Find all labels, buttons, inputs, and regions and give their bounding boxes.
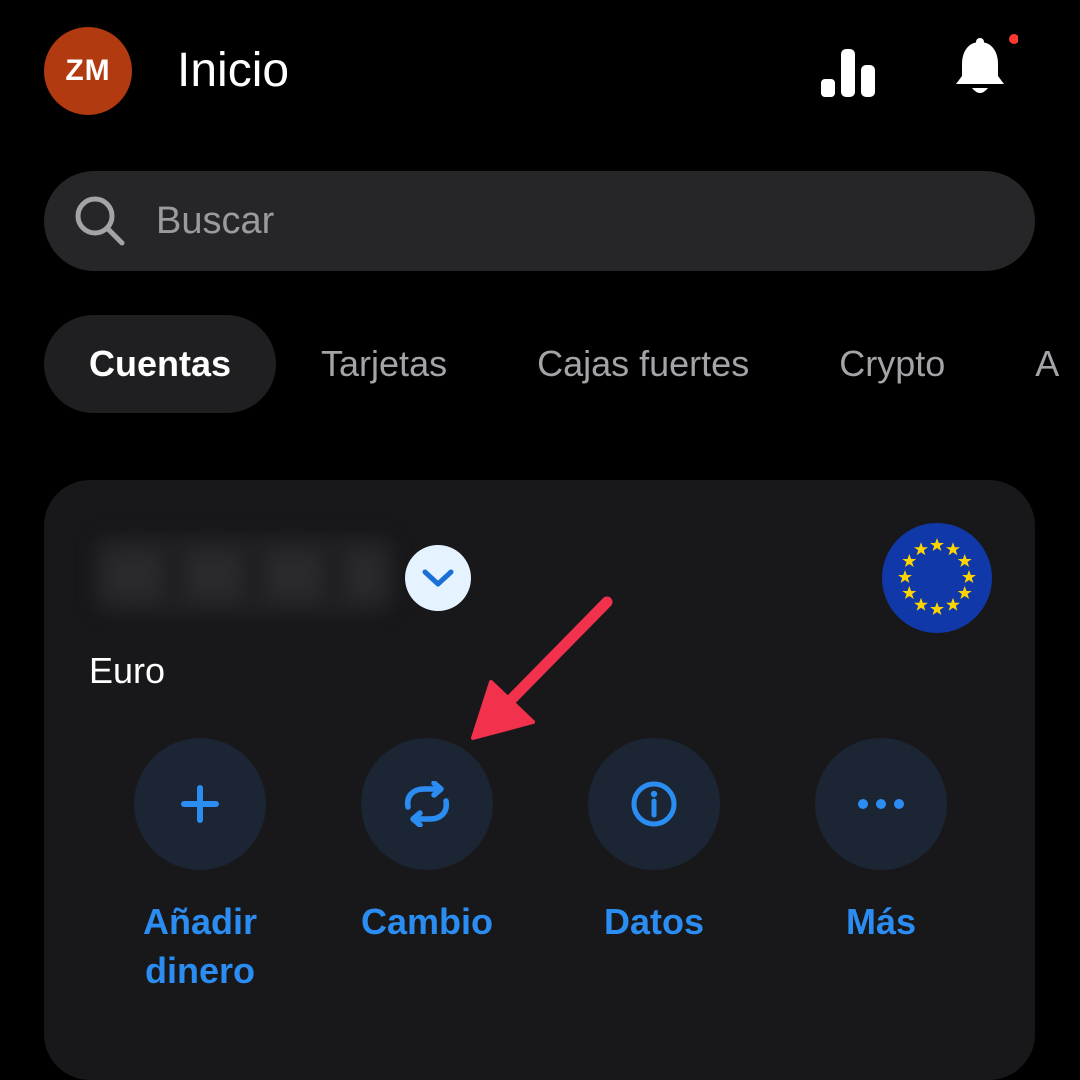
- balance-blur-overlay: [104, 550, 384, 600]
- search-input[interactable]: [154, 198, 978, 244]
- account-tabs: Cuentas Tarjetas Cajas fuertes Crypto A: [44, 315, 1080, 413]
- avatar[interactable]: ZM: [44, 27, 132, 115]
- info-icon: [631, 781, 677, 827]
- add-money-button[interactable]: Añadir dinero: [100, 738, 300, 995]
- search-bar[interactable]: [44, 171, 1035, 271]
- more-label[interactable]: Más: [846, 897, 916, 946]
- currency-name: Euro: [89, 650, 166, 691]
- notification-dot: [1009, 34, 1018, 44]
- details-circle[interactable]: [588, 738, 720, 870]
- add-money-circle[interactable]: [134, 738, 266, 870]
- chevron-down-icon: [422, 569, 454, 587]
- search-icon: [72, 193, 128, 249]
- tab-crypto[interactable]: Crypto: [794, 315, 990, 413]
- account-card[interactable]: Euro Añadir dinero Cambio Datos Más: [44, 480, 1035, 1080]
- plus-icon: [181, 785, 219, 823]
- chevron-down-button[interactable]: [405, 545, 471, 611]
- stats-icon[interactable]: [812, 40, 886, 104]
- more-circle[interactable]: [815, 738, 947, 870]
- exchange-button[interactable]: Cambio: [327, 738, 527, 946]
- tab-tarjetas[interactable]: Tarjetas: [276, 315, 492, 413]
- exchange-icon: [404, 781, 450, 827]
- more-icon: [858, 799, 904, 809]
- more-button[interactable]: Más: [781, 738, 981, 946]
- details-button[interactable]: Datos: [554, 738, 754, 946]
- add-money-label[interactable]: Añadir dinero: [100, 897, 300, 995]
- page-title: Inicio: [177, 44, 290, 97]
- details-label[interactable]: Datos: [604, 897, 704, 946]
- eu-flag-icon: [882, 523, 992, 633]
- exchange-label[interactable]: Cambio: [361, 897, 493, 946]
- notifications-bell-icon[interactable]: [946, 30, 1018, 104]
- tab-overflow[interactable]: A: [990, 315, 1080, 413]
- exchange-circle[interactable]: [361, 738, 493, 870]
- tab-cajas-fuertes[interactable]: Cajas fuertes: [492, 315, 794, 413]
- tab-cuentas[interactable]: Cuentas: [44, 315, 277, 413]
